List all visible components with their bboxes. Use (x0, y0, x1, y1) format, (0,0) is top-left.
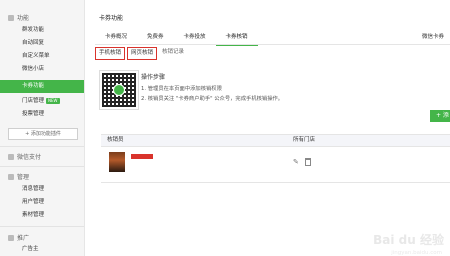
wallet-icon (8, 153, 14, 160)
sidebar-item-vote-manage[interactable]: 投票管理 (0, 108, 84, 121)
step-2: 2. 核销员关注 "卡券商户助手" 公众号，完成手机核销操作。 (141, 96, 284, 102)
avatar (109, 152, 125, 172)
sidebar-item-wechat-shop[interactable]: 微信小店 (0, 63, 84, 76)
sidebar-item-users[interactable]: 用户管理 (0, 196, 84, 209)
qr-code (99, 70, 139, 110)
sidebar-group-features: 功能 (0, 13, 29, 22)
folder-icon (8, 173, 14, 180)
table-row: ✎ (101, 146, 450, 183)
sidebar-item-coupons[interactable]: 卡券功能 (0, 80, 84, 93)
tab-divider (95, 44, 450, 45)
new-badge: NEW (46, 97, 60, 104)
sidebar-divider (0, 146, 84, 147)
tab-coupon-delivery[interactable]: 卡券投放 (174, 30, 216, 44)
subtab-bar: 手机核销 网页核销 核销记录 (95, 47, 187, 60)
redacted-name (131, 154, 153, 159)
column-verifier: 核销员 (107, 137, 124, 143)
sidebar-item-advertiser[interactable]: 广告主 (0, 243, 84, 256)
sidebar-item-custom-menu[interactable]: 自定义菜单 (0, 50, 84, 63)
megaphone-icon (8, 234, 14, 241)
tab-overview[interactable]: 卡券概况 (95, 30, 137, 44)
sidebar-group-manage: 管理 (0, 172, 29, 181)
step-1: 1. 管理员在本页面中添加核销权限 (141, 86, 222, 92)
subtab-mobile-verify[interactable]: 手机核销 (95, 47, 126, 60)
sidebar-group-promo: 推广 (0, 233, 29, 242)
grid-icon (8, 14, 14, 21)
main-content: 卡券功能 卡券概况 免费券 卡券投放 卡券核销 微信卡券 手机核销 网页核销 核… (85, 0, 450, 256)
sidebar-item-store-manage[interactable]: 门店管理 NEW (0, 95, 84, 108)
sidebar-item-auto-reply[interactable]: 自动回复 (0, 37, 84, 50)
sidebar-item-materials[interactable]: 素材管理 (0, 209, 84, 222)
sidebar-divider (0, 226, 84, 227)
page-title: 卡券功能 (99, 15, 124, 22)
tab-free-coupons[interactable]: 免费券 (137, 30, 174, 44)
add-verifier-button[interactable]: + 添 (430, 110, 450, 122)
pencil-icon[interactable]: ✎ (293, 158, 299, 166)
sidebar-item-label: 门店管理 (22, 98, 45, 104)
sidebar: 功能 群发功能 自动回复 自定义菜单 微信小店 卡券功能 门店管理 NEW 投票管… (0, 0, 85, 256)
steps-title: 操作步骤 (141, 74, 166, 81)
tab-wechat-coupons[interactable]: 微信卡券 (422, 30, 444, 44)
sidebar-item-mass-send[interactable]: 群发功能 (0, 24, 84, 37)
sidebar-group-pay[interactable]: 微信支付 (0, 152, 41, 161)
watermark-url: jingyan.baidu.com (391, 250, 442, 256)
sidebar-divider (0, 166, 84, 167)
sidebar-item-messages[interactable]: 消息管理 (0, 183, 84, 196)
trash-icon[interactable] (305, 158, 311, 166)
subtab-web-verify[interactable]: 网页核销 (127, 47, 158, 60)
column-stores: 所有门店 (293, 137, 316, 143)
watermark: Bai du 经验 (373, 233, 444, 247)
subtab-verify-records[interactable]: 核销记录 (159, 47, 187, 58)
wechat-logo-icon (113, 84, 125, 96)
add-plugin-button[interactable]: + 添加功能插件 (8, 128, 78, 140)
